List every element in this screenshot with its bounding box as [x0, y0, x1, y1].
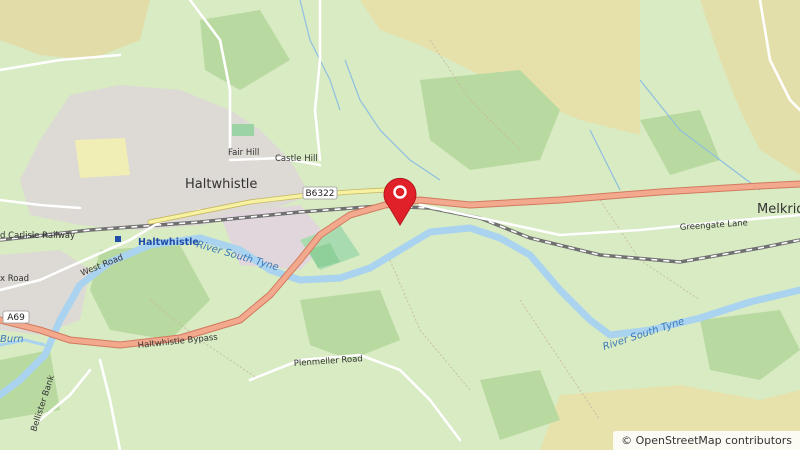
station-label-haltwhistle: Haltwhistle: [138, 237, 199, 248]
road-label-b6322: B6322: [305, 189, 334, 199]
station-icon: [115, 236, 121, 242]
road-label-railway: d Carlisle Railway: [0, 231, 75, 241]
attribution-text: © OpenStreetMap contributors: [621, 434, 792, 447]
map-canvas[interactable]: Haltwhistle Melkrid Fair Hill Castle Hil…: [0, 0, 800, 450]
map-attribution[interactable]: © OpenStreetMap contributors: [613, 431, 800, 450]
road-label-x-road: x Road: [0, 274, 29, 284]
place-label-fair-hill: Fair Hill: [228, 148, 259, 158]
place-label-castle-hill: Castle Hill: [275, 154, 318, 164]
town-label-haltwhistle: Haltwhistle: [185, 177, 257, 192]
road-label-a69: A69: [7, 313, 25, 323]
town-label-melkridge: Melkrid: [757, 202, 800, 217]
water-label-burn: Burn: [0, 334, 24, 345]
